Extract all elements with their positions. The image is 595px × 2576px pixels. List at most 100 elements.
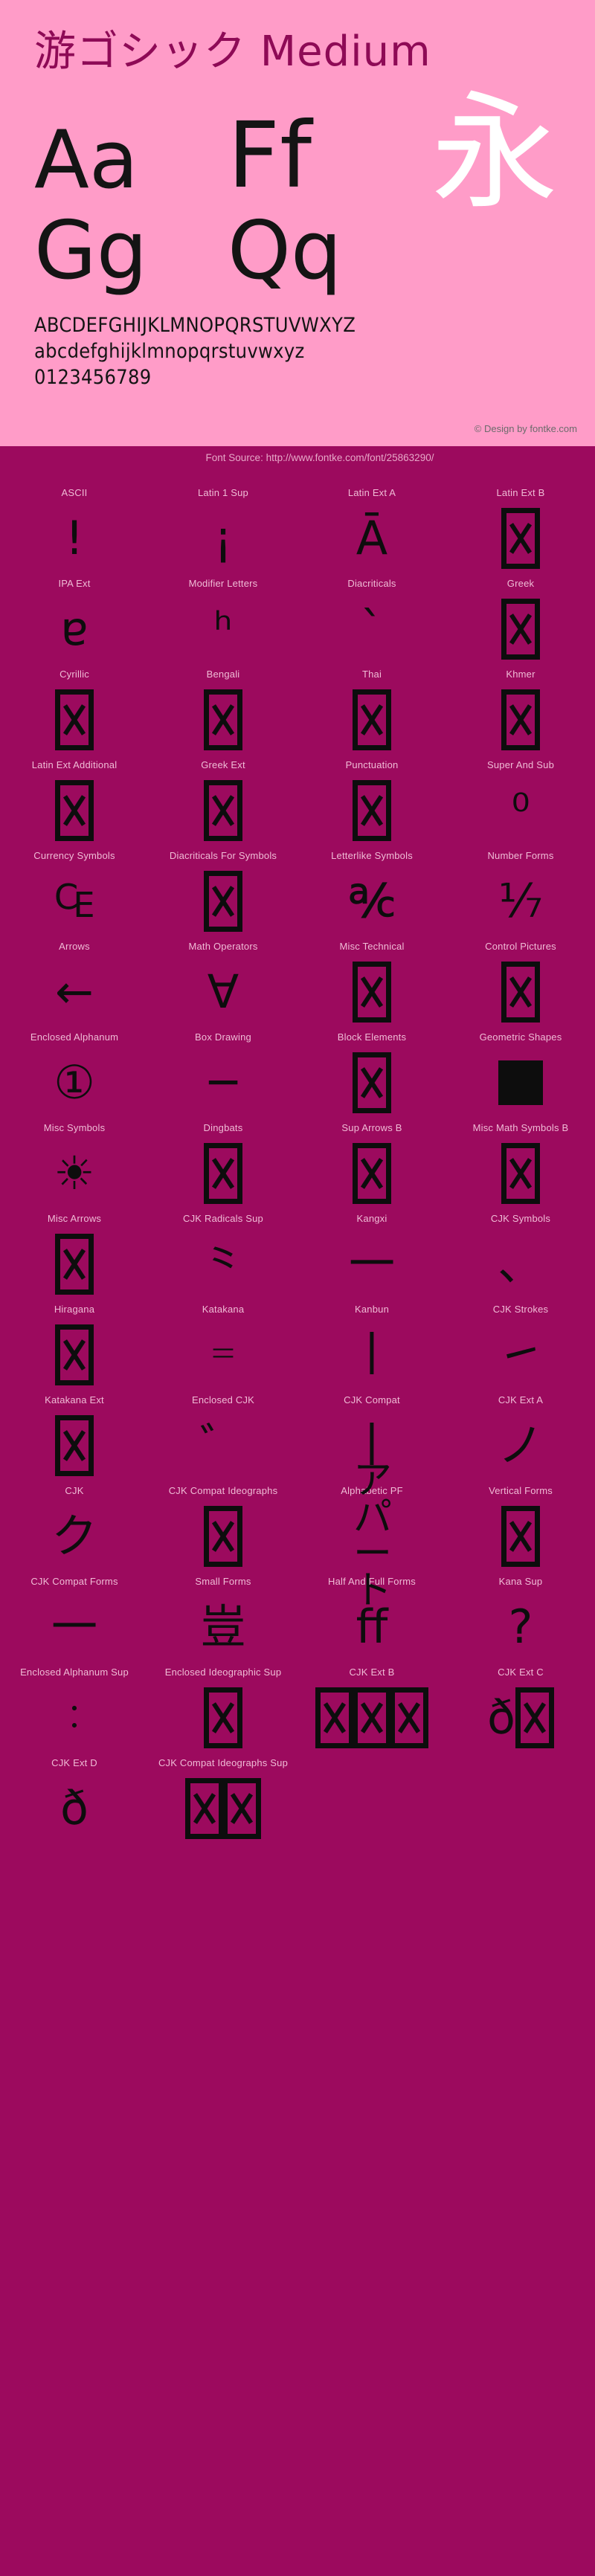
unicode-block-sample-glyph: ︰ — [0, 1684, 149, 1752]
unicode-block-cell[interactable]: Misc Technical — [298, 936, 446, 1026]
unicode-block-cell[interactable]: Arrows ← — [0, 936, 149, 1026]
unicode-block-label: Katakana Ext — [45, 1394, 104, 1405]
unicode-block-cell[interactable]: Half And Full Forms ﬀ — [298, 1571, 446, 1661]
unicode-block-cell[interactable]: CJK Ext D ð — [0, 1752, 149, 1843]
unicode-block-cell[interactable]: CJK Symbols 、 — [446, 1208, 595, 1298]
unicode-block-cell[interactable]: Control Pictures — [446, 936, 595, 1026]
unicode-block-cell[interactable]: Thai — [298, 663, 446, 754]
unicode-block-sample-text: Ā — [356, 511, 388, 565]
unicode-block-cell[interactable]: CJK Radicals Sup ⺀ — [149, 1208, 298, 1298]
unicode-block-label: Enclosed Alphanum — [30, 1031, 119, 1043]
font-source-bar: Font Source: http://www.fontke.com/font/… — [0, 446, 595, 468]
unicode-block-sample-glyph: ! — [0, 504, 149, 573]
unicode-block-sample-glyph — [446, 504, 595, 573]
unicode-block-grid: ASCII! Latin 1 Sup ¡ Latin Ext A Ā Latin Ext … — [0, 468, 595, 1858]
font-source-link[interactable]: Font Source: http://www.fontke.com/font/… — [161, 452, 434, 463]
unicode-block-cell[interactable]: Greek — [446, 573, 595, 663]
unicode-block-sample-glyph — [0, 1411, 149, 1480]
unicode-block-label: Misc Math Symbols B — [472, 1122, 569, 1133]
unicode-block-sample-text: 豈 — [199, 1600, 246, 1654]
unicode-block-cell[interactable]: Khmer — [446, 663, 595, 754]
font-specimen-page: 游ゴシック Medium Aa Ff Gg Qq 永 ABCDEFGHIJKLM… — [0, 0, 595, 2576]
unicode-block-sample-glyph: ☀ — [0, 1139, 149, 1208]
unicode-block-cell[interactable]: IPA Ext ɐ — [0, 573, 149, 663]
unicode-block-sample-glyph: 、 — [446, 1230, 595, 1298]
unicode-block-sample-text: ︰ — [57, 1698, 91, 1738]
unicode-block-sample-glyph — [446, 595, 595, 663]
unicode-block-sample-glyph: ﬀ — [298, 1593, 446, 1661]
unicode-block-cell[interactable]: ASCII! — [0, 482, 149, 573]
unicode-block-cell[interactable]: Kanbun 丨 — [298, 1298, 446, 1389]
unicode-block-cell[interactable]: Geometric Shapes — [446, 1026, 595, 1117]
missing-glyph-box-icon — [204, 780, 242, 841]
unicode-block-cell[interactable]: Punctuation — [298, 754, 446, 845]
unicode-block-cell[interactable]: Kangxi ⼀ — [298, 1208, 446, 1298]
unicode-block-cell[interactable]: Greek Ext — [149, 754, 298, 845]
unicode-block-cell[interactable]: Latin Ext B — [446, 482, 595, 573]
unicode-block-cell[interactable]: Kana Sup? — [446, 1571, 595, 1661]
missing-glyph-box-icon — [55, 780, 94, 841]
unicode-block-cell[interactable]: Alphabetic PF アパート — [298, 1461, 446, 1610]
unicode-block-sample-text: ☀ — [54, 1146, 95, 1200]
missing-glyph-box-icon — [185, 1778, 224, 1839]
unicode-block-label: IPA Ext — [58, 578, 91, 589]
unicode-block-cell[interactable]: Small Forms 豈 — [149, 1571, 298, 1661]
unicode-block-sample-glyph: ɐ — [0, 595, 149, 663]
unicode-block-label: CJK Radicals Sup — [183, 1213, 263, 1224]
unicode-block-cell[interactable]: Vertical Forms — [446, 1480, 595, 1571]
unicode-block-cell[interactable]: CJK Ext A ノ — [446, 1389, 595, 1480]
unicode-block-cell[interactable]: Misc Math Symbols B — [446, 1117, 595, 1208]
unicode-block-cell[interactable]: Dingbats — [149, 1117, 298, 1208]
unicode-block-sample-glyph — [149, 1502, 298, 1571]
unicode-block-cell[interactable]: CJK ク — [0, 1480, 149, 1571]
unicode-block-cell[interactable]: Enclosed CJK ゛ — [149, 1389, 298, 1480]
unicode-block-cell[interactable]: Latin Ext A Ā — [298, 482, 446, 573]
unicode-block-cell[interactable]: Diacriticals ` — [298, 573, 446, 663]
specimen-glyph-ff: Ff — [228, 103, 312, 208]
unicode-block-cell[interactable]: Misc Arrows — [0, 1208, 149, 1298]
unicode-block-cell[interactable]: Sup Arrows B — [298, 1117, 446, 1208]
unicode-block-cell[interactable]: Latin Ext Additional — [0, 754, 149, 845]
unicode-block-cell[interactable]: CJK Compat Ideographs — [149, 1480, 298, 1571]
unicode-block-cell[interactable]: Enclosed Alphanum Sup ︰ — [0, 1661, 149, 1752]
unicode-block-cell[interactable]: Latin 1 Sup ¡ — [149, 482, 298, 573]
unicode-block-label: Math Operators — [188, 941, 258, 952]
unicode-block-cell[interactable]: Modifier Letters ʰ — [149, 573, 298, 663]
unicode-block-cell[interactable]: CJK Compat Ideographs Sup — [149, 1752, 298, 1843]
unicode-block-sample-text: ɐ — [60, 602, 89, 656]
unicode-block-cell[interactable]: CJK Ext C ð — [446, 1661, 595, 1752]
unicode-block-label: Enclosed Alphanum Sup — [20, 1667, 129, 1678]
unicode-block-cell[interactable]: Box Drawing ─ — [149, 1026, 298, 1117]
unicode-block-cell[interactable]: Katakana Ext — [0, 1389, 149, 1480]
unicode-block-cell[interactable]: Katakana ゠ — [149, 1298, 298, 1389]
unicode-block-cell[interactable]: Math Operators ∀ — [149, 936, 298, 1026]
unicode-block-cell[interactable]: Enclosed Ideographic Sup — [149, 1661, 298, 1752]
unicode-block-sample-glyph — [446, 1049, 595, 1117]
unicode-block-label: Small Forms — [195, 1576, 251, 1587]
missing-glyph-box-icon — [501, 599, 540, 660]
unicode-block-sample-glyph: ð — [0, 1774, 149, 1843]
unicode-block-cell[interactable]: Super And Sub ⁰ — [446, 754, 595, 845]
unicode-block-sample-glyph — [149, 776, 298, 845]
unicode-block-cell[interactable]: CJK Strokes ㇀ — [446, 1298, 595, 1389]
unicode-block-cell[interactable]: Cyrillic — [0, 663, 149, 754]
unicode-block-label: Diacriticals For Symbols — [169, 850, 277, 861]
unicode-block-cell[interactable]: CJK Ext B — [298, 1661, 446, 1752]
unicode-block-label: CJK Symbols — [490, 1213, 551, 1224]
unicode-block-label: Bengali — [206, 669, 240, 680]
unicode-block-sample-glyph — [446, 958, 595, 1026]
unicode-block-cell[interactable]: CJK Compat Forms 一 — [0, 1571, 149, 1661]
missing-glyph-box-icon — [55, 689, 94, 750]
unicode-block-cell[interactable]: Hiragana — [0, 1298, 149, 1389]
unicode-block-cell[interactable]: Bengali — [149, 663, 298, 754]
specimen-glyph-qq: Qq — [228, 205, 342, 297]
unicode-block-label: Latin Ext Additional — [31, 759, 118, 770]
unicode-block-cell[interactable]: Enclosed Alphanum ① — [0, 1026, 149, 1117]
unicode-block-cell[interactable]: Number Forms ⅐ — [446, 845, 595, 936]
unicode-block-cell[interactable]: Diacriticals For Symbols — [149, 845, 298, 936]
unicode-block-cell[interactable]: Block Elements — [298, 1026, 446, 1117]
unicode-block-cell[interactable]: Misc Symbols ☀ — [0, 1117, 149, 1208]
unicode-block-sample-glyph — [149, 1774, 298, 1843]
unicode-block-cell[interactable]: Currency Symbols ₠ — [0, 845, 149, 936]
unicode-block-cell[interactable]: Letterlike Symbols ℀ — [298, 845, 446, 936]
